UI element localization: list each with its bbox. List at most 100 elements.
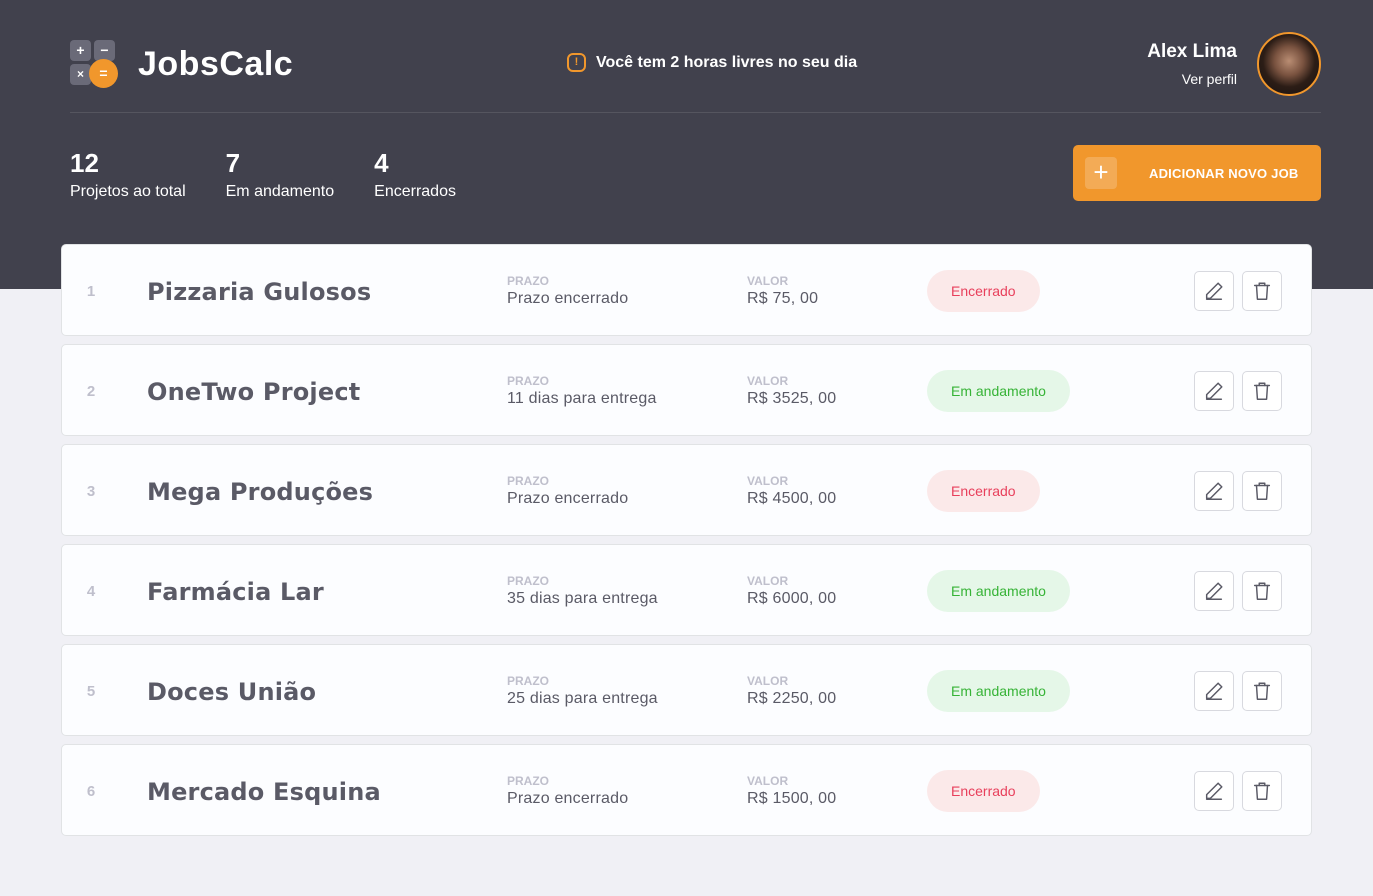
add-new-job-button[interactable]: + ADICIONAR NOVO JOB <box>1073 145 1321 201</box>
job-id: 1 <box>86 283 96 300</box>
value-amount: R$ 75, 00 <box>747 290 819 307</box>
job-value: VALOR R$ 4500, 00 <box>747 474 836 508</box>
job-actions <box>1194 271 1290 311</box>
job-value: VALOR R$ 3525, 00 <box>747 374 836 408</box>
top-bar: + − × = JobsCalc ! Você tem 2 horas livr… <box>70 32 1321 113</box>
job-deadline: PRAZO 25 dias para entrega <box>507 674 658 708</box>
job-deadline: PRAZO 35 dias para entrega <box>507 574 658 608</box>
job-actions <box>1194 671 1290 711</box>
deadline-value: Prazo encerrado <box>507 290 629 307</box>
job-row: 3 Mega Produções PRAZO Prazo encerrado V… <box>61 444 1312 536</box>
job-name: Pizzaria Gulosos <box>147 278 372 306</box>
free-hours-notice: ! Você tem 2 horas livres no seu dia <box>567 53 857 72</box>
deadline-value: Prazo encerrado <box>507 490 629 507</box>
delete-button[interactable] <box>1242 271 1282 311</box>
status-badge: Em andamento <box>927 370 1070 412</box>
summary-value: 4 <box>374 148 389 178</box>
status-badge: Em andamento <box>927 670 1070 712</box>
deadline-value: Prazo encerrado <box>507 790 629 807</box>
summary-in-progress: 7 Em andamento <box>226 148 335 201</box>
pencil-icon <box>1205 482 1223 500</box>
job-row: 4 Farmácia Lar PRAZO 35 dias para entreg… <box>61 544 1312 636</box>
edit-button[interactable] <box>1194 271 1234 311</box>
status-badge: Encerrado <box>927 770 1040 812</box>
edit-button[interactable] <box>1194 471 1234 511</box>
calculator-logo-icon: + − × = <box>70 40 118 88</box>
pencil-icon <box>1205 382 1223 400</box>
job-id: 6 <box>86 783 96 800</box>
job-actions <box>1194 471 1290 511</box>
summary: 12 Projetos ao total 7 Em andamento 4 En… <box>70 148 496 201</box>
job-name: Doces União <box>147 678 317 706</box>
summary-value: 7 <box>225 148 241 178</box>
job-deadline: PRAZO 11 dias para entrega <box>507 374 657 408</box>
value-amount: R$ 6000, 00 <box>747 590 837 607</box>
value-label: VALOR <box>747 674 789 688</box>
delete-button[interactable] <box>1242 571 1282 611</box>
job-deadline: PRAZO Prazo encerrado <box>507 474 628 508</box>
job-actions <box>1194 571 1290 611</box>
deadline-label: PRAZO <box>507 474 549 488</box>
plus-icon: + <box>1085 157 1117 189</box>
summary-label: Projetos ao total <box>70 183 186 200</box>
edit-button[interactable] <box>1194 771 1234 811</box>
job-name: OneTwo Project <box>147 378 361 406</box>
value-label: VALOR <box>747 374 789 388</box>
pencil-icon <box>1205 682 1223 700</box>
app-name: JobsCalc <box>138 44 294 83</box>
avatar[interactable] <box>1257 32 1321 96</box>
summary-total: 12 Projetos ao total <box>70 148 186 201</box>
summary-value: 12 <box>70 148 99 178</box>
value-label: VALOR <box>747 274 789 288</box>
trash-icon <box>1253 382 1271 400</box>
value-label: VALOR <box>747 774 789 788</box>
delete-button[interactable] <box>1242 471 1282 511</box>
delete-button[interactable] <box>1242 671 1282 711</box>
minus-icon: − <box>94 40 115 61</box>
job-value: VALOR R$ 1500, 00 <box>747 774 836 808</box>
deadline-value: 35 dias para entrega <box>507 590 658 607</box>
job-id: 3 <box>86 483 96 500</box>
edit-button[interactable] <box>1194 671 1234 711</box>
job-name: Farmácia Lar <box>147 578 324 606</box>
value-amount: R$ 4500, 00 <box>747 490 837 507</box>
notice-text: Você tem 2 horas livres no seu dia <box>596 53 858 71</box>
job-value: VALOR R$ 75, 00 <box>747 274 818 308</box>
status-badge: Em andamento <box>927 570 1070 612</box>
edit-button[interactable] <box>1194 571 1234 611</box>
pencil-icon <box>1205 782 1223 800</box>
profile[interactable]: Alex Lima Ver perfil <box>1147 32 1321 96</box>
deadline-label: PRAZO <box>507 674 549 688</box>
value-amount: R$ 1500, 00 <box>747 790 837 807</box>
job-id: 5 <box>86 683 96 700</box>
job-value: VALOR R$ 6000, 00 <box>747 574 836 608</box>
deadline-value: 11 dias para entrega <box>507 390 657 407</box>
value-label: VALOR <box>747 474 789 488</box>
summary-label: Em andamento <box>225 183 335 200</box>
deadline-label: PRAZO <box>507 774 549 788</box>
view-profile-link[interactable]: Ver perfil <box>1147 71 1237 87</box>
times-icon: × <box>70 64 91 85</box>
logo[interactable]: + − × = JobsCalc <box>70 40 293 88</box>
trash-icon <box>1253 682 1271 700</box>
job-deadline: PRAZO Prazo encerrado <box>507 774 628 808</box>
value-amount: R$ 2250, 00 <box>747 690 837 707</box>
summary-label: Encerrados <box>374 183 456 200</box>
status-badge: Encerrado <box>927 270 1040 312</box>
deadline-label: PRAZO <box>507 574 549 588</box>
add-new-job-label: ADICIONAR NOVO JOB <box>1149 165 1299 181</box>
job-id: 2 <box>86 383 96 400</box>
job-row: 1 Pizzaria Gulosos PRAZO Prazo encerrado… <box>61 244 1312 336</box>
status-badge: Encerrado <box>927 470 1040 512</box>
user-name: Alex Lima <box>1147 41 1237 62</box>
job-row: 5 Doces União PRAZO 25 dias para entrega… <box>61 644 1312 736</box>
equals-icon: = <box>89 59 118 88</box>
delete-button[interactable] <box>1242 771 1282 811</box>
pencil-icon <box>1205 282 1223 300</box>
job-deadline: PRAZO Prazo encerrado <box>507 274 628 308</box>
edit-button[interactable] <box>1194 371 1234 411</box>
job-actions <box>1194 371 1290 411</box>
job-value: VALOR R$ 2250, 00 <box>747 674 836 708</box>
delete-button[interactable] <box>1242 371 1282 411</box>
deadline-value: 25 dias para entrega <box>507 690 658 707</box>
